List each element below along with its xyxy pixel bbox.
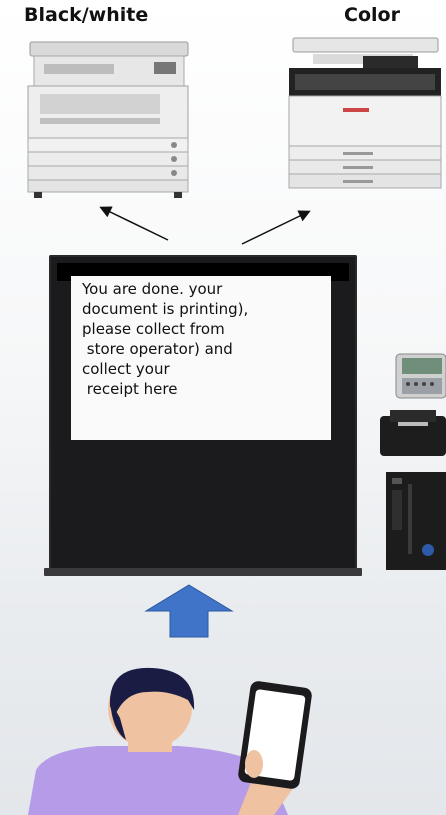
- kiosk-screen: You are done. your document is printing)…: [71, 276, 331, 440]
- screen-line: please collect from: [82, 320, 225, 338]
- screen-line: collect your: [82, 360, 170, 378]
- screen-line: document is printing),: [82, 300, 249, 318]
- person-with-phone-icon: [28, 667, 312, 815]
- kiosk-base: [44, 568, 362, 576]
- label-black-white: Black/white: [24, 4, 149, 26]
- card-scanner-icon: [395, 353, 446, 399]
- computer-tower-icon: [386, 472, 446, 570]
- arrow-up-icon: [144, 584, 234, 638]
- receipt-printer-icon: [380, 410, 446, 456]
- bw-printer-icon: [27, 41, 189, 198]
- color-printer-icon: [288, 37, 442, 189]
- screen-line: store operator) and: [82, 340, 233, 358]
- arrow-to-color-printer: [241, 210, 311, 245]
- screen-line: You are done. your: [82, 280, 223, 298]
- screen-line: receipt here: [82, 380, 178, 398]
- arrows-to-printers: [99, 206, 311, 245]
- arrow-to-bw-printer: [99, 206, 169, 241]
- label-color: Color: [344, 4, 400, 26]
